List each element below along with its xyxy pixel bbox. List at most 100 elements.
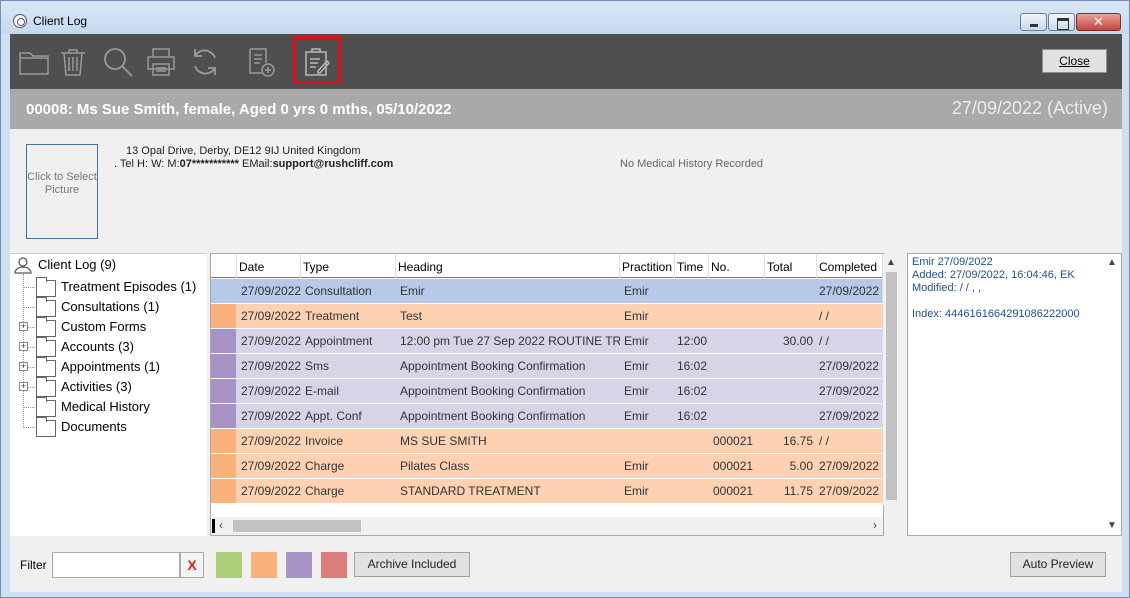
scroll-thumb[interactable] <box>886 272 897 500</box>
scroll-right-icon[interactable]: › <box>873 518 877 532</box>
tree-item[interactable]: Appointments (1) <box>61 358 160 378</box>
cell-practitioner: Emir <box>624 409 649 423</box>
cell-completed: 27/09/2022 <box>819 284 880 298</box>
tree-item[interactable]: Custom Forms <box>61 318 146 338</box>
person-icon <box>14 257 32 274</box>
column-header[interactable]: Type <box>303 260 329 274</box>
column-header[interactable]: Heading <box>398 260 443 274</box>
cell-type: Sms <box>305 359 329 373</box>
minimize-button[interactable] <box>1020 13 1047 31</box>
grid-horizontal-scrollbar[interactable]: ‹ › <box>211 517 883 535</box>
cell-practitioner: Emir <box>624 284 649 298</box>
column-header[interactable]: Time <box>677 260 703 274</box>
select-picture-box[interactable]: Click to Select Picture <box>26 144 98 239</box>
printer-icon[interactable] <box>144 45 178 79</box>
cell-completed: / / <box>819 334 830 348</box>
clipboard-button-highlight <box>293 36 341 84</box>
table-row[interactable]: 27/09/2022 Charge STANDARD TREATMENT Emir 00… <box>211 479 883 504</box>
cell-type: E-mail <box>305 384 340 398</box>
hscroll-thumb[interactable] <box>233 520 361 532</box>
close-button[interactable]: Close <box>1042 49 1107 73</box>
window-title: Client Log <box>33 14 88 28</box>
folder-icon[interactable] <box>17 45 51 79</box>
search-icon[interactable] <box>101 45 135 79</box>
filter-swatch-red[interactable] <box>321 552 347 578</box>
cell-date: 27/09/2022 <box>241 459 302 473</box>
expand-icon[interactable]: + <box>19 362 28 371</box>
cell-total: 11.75 <box>783 484 813 498</box>
column-header[interactable]: Practition <box>622 260 672 274</box>
cell-completed: / / <box>819 309 830 323</box>
expand-icon[interactable]: + <box>19 342 28 351</box>
client-area: Close 00008: Ms Sue Smith, female, Aged … <box>10 34 1122 592</box>
cell-completed: / / <box>819 434 830 448</box>
column-separator <box>395 254 396 278</box>
table-row[interactable]: 27/09/2022 Charge Pilates Class Emir 000021 5… <box>211 454 883 479</box>
cell-time: 16:02 <box>677 409 708 423</box>
tree-item[interactable]: Treatment Episodes (1) <box>61 278 196 298</box>
grid-header: Date Type Heading Practition Time No. Total Com… <box>211 254 883 278</box>
cell-total: 5.00 <box>789 459 813 473</box>
table-row[interactable]: 27/09/2022 Sms Appointment Booking Confirm… <box>211 354 883 379</box>
cell-completed: 27/09/2022 <box>819 384 880 398</box>
filter-swatch-purple[interactable] <box>286 552 312 578</box>
table-row[interactable]: 27/09/2022 Consultation Emir Emir 27/09/2022 <box>211 279 883 305</box>
row-color-marker <box>211 479 236 503</box>
tree-item[interactable]: Consultations (1) <box>61 298 159 318</box>
cell-completed: 27/09/2022 <box>819 359 880 373</box>
grid-body: 27/09/2022 Consultation Emir Emir 27/09/2022… <box>211 279 883 505</box>
grid-vertical-scrollbar[interactable]: ▲ <box>882 254 900 505</box>
email-label: EMail: <box>238 158 273 170</box>
trash-icon[interactable] <box>56 45 90 79</box>
patient-details: Click to Select Picture 13 Opal Drive, D… <box>10 129 1122 253</box>
filter-swatch-orange[interactable] <box>251 552 277 578</box>
tree-item[interactable]: Documents <box>61 418 127 438</box>
folder-icon <box>36 277 56 297</box>
expand-icon[interactable]: + <box>19 382 28 391</box>
preview-panel: Emir 27/09/2022 Added: 27/09/2022, 16:04… <box>907 253 1122 536</box>
refresh-icon[interactable] <box>188 45 222 79</box>
cell-date: 27/09/2022 <box>241 284 302 298</box>
auto-preview-button[interactable]: Auto Preview <box>1010 552 1106 577</box>
column-header[interactable]: Total <box>767 260 792 274</box>
table-row[interactable]: 27/09/2022 Appt. Conf Appointment Booking … <box>211 404 883 429</box>
archive-included-button[interactable]: Archive Included <box>354 552 470 577</box>
window-close-button[interactable]: ✕ <box>1076 13 1121 31</box>
row-color-marker <box>211 354 236 378</box>
clear-filter-button[interactable]: X <box>180 552 204 578</box>
column-header[interactable]: Date <box>239 260 264 274</box>
expand-icon[interactable]: + <box>19 322 28 331</box>
tree-connector <box>23 407 35 408</box>
preview-scroll-up-icon[interactable]: ▲ <box>1107 257 1117 268</box>
cell-completed: 27/09/2022 <box>819 484 880 498</box>
scroll-up-icon[interactable]: ▲ <box>886 257 896 268</box>
scroll-left-icon[interactable]: ‹ <box>219 518 223 532</box>
cell-heading: Test <box>400 309 423 323</box>
row-color-marker <box>211 329 236 353</box>
folder-icon <box>36 297 56 317</box>
tree-root-label: Client Log <box>38 257 97 272</box>
maximize-button[interactable] <box>1048 13 1075 31</box>
folder-icon <box>36 357 56 377</box>
filter-input[interactable] <box>52 552 180 578</box>
tree-item[interactable]: Accounts (3) <box>61 338 134 358</box>
tree-root-count: (9) <box>100 257 117 272</box>
column-header[interactable]: Completed <box>819 260 877 274</box>
table-row[interactable]: 27/09/2022 Treatment Test Emir / / <box>211 304 883 329</box>
table-row[interactable]: 27/09/2022 Invoice MS SUE SMITH 000021 16.75… <box>211 429 883 454</box>
column-header[interactable]: No. <box>711 260 730 274</box>
cell-date: 27/09/2022 <box>241 309 302 323</box>
cell-heading: 12:00 pm Tue 27 Sep 2022 ROUTINE TREATME… <box>400 334 620 348</box>
tree-root-client-log[interactable]: Client Log (9) <box>38 256 116 276</box>
tree-item[interactable]: Activities (3) <box>61 378 132 398</box>
table-row[interactable]: 27/09/2022 E-mail Appointment Booking Conf… <box>211 379 883 404</box>
filter-swatch-green[interactable] <box>216 552 242 578</box>
table-row[interactable]: 27/09/2022 Appointment 12:00 pm Tue 27 Sep… <box>211 329 883 354</box>
cell-date: 27/09/2022 <box>241 384 302 398</box>
cell-practitioner: Emir <box>624 309 649 323</box>
tree-item[interactable]: Medical History <box>61 398 150 418</box>
close-x-icon: ✕ <box>1093 14 1104 29</box>
add-note-icon[interactable] <box>244 45 278 79</box>
cell-total: 30.00 <box>782 334 813 348</box>
preview-scroll-down-icon[interactable]: ▼ <box>1107 520 1117 531</box>
